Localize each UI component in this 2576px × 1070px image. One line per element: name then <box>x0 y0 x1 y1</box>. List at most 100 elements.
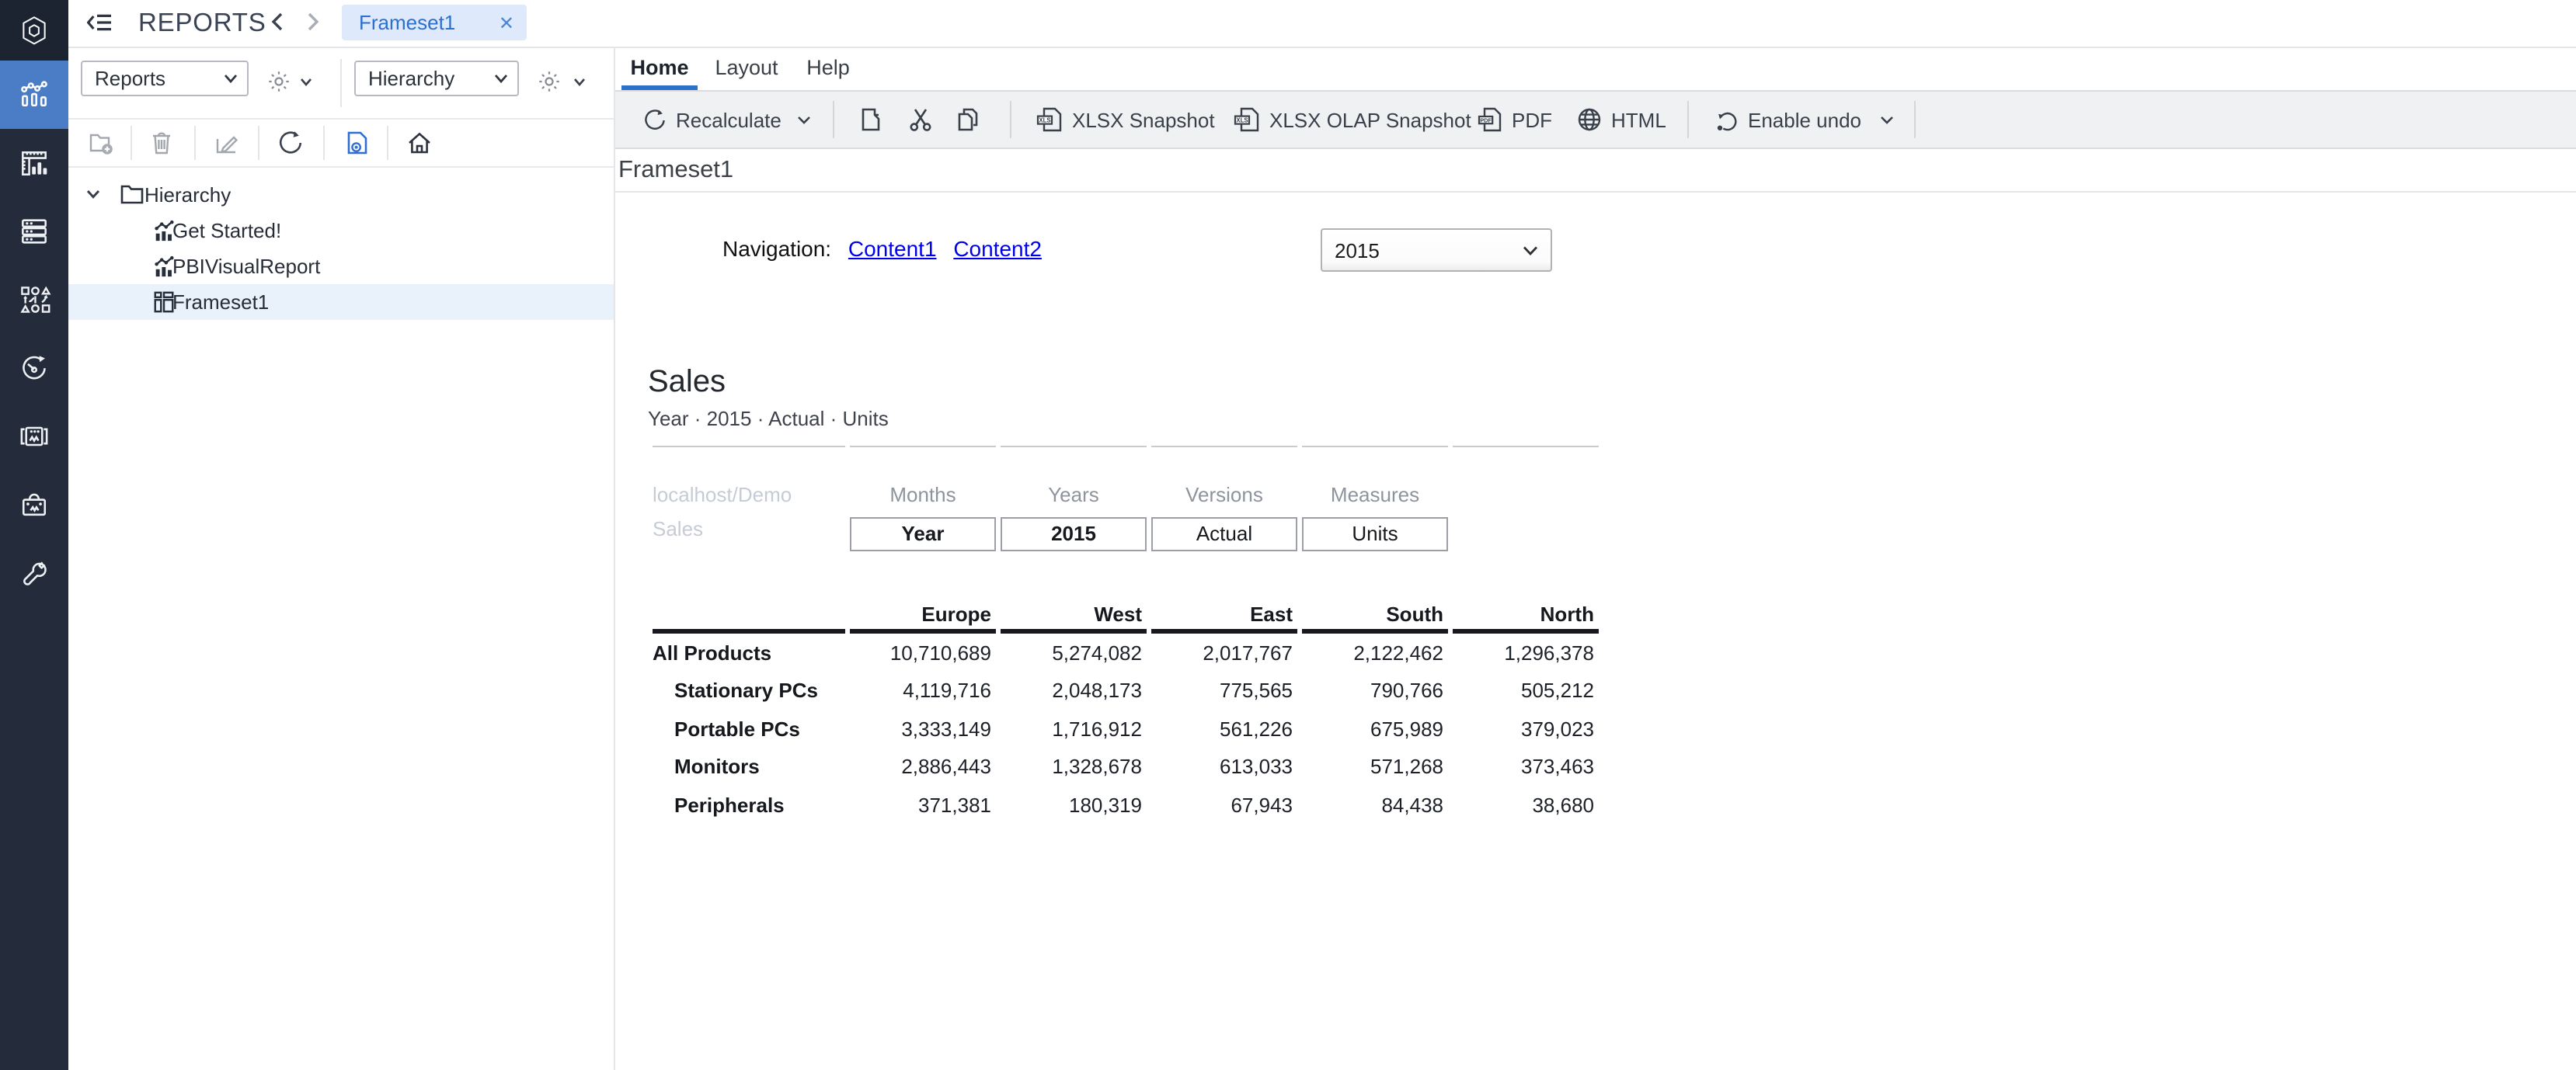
tree-item-pbivisualreport[interactable]: PBIVisualReport <box>68 248 614 284</box>
tree-item-get-started[interactable]: Get Started! <box>68 213 614 248</box>
pov-select-versions[interactable]: Actual <box>1151 517 1297 551</box>
xlsx-snapshot-button[interactable]: XLS XLSX Snapshot <box>1036 92 1215 148</box>
sidebar-item-console[interactable] <box>0 402 68 471</box>
chevron-down-icon <box>1880 114 1894 125</box>
preview-icon[interactable] <box>343 129 371 157</box>
panel-toolbar <box>68 120 614 168</box>
pov-select-measures[interactable]: Units <box>1302 517 1448 551</box>
new-folder-icon[interactable] <box>87 129 115 157</box>
pov-header-row: localhost/Demo Months Years Versions Mea… <box>653 446 1599 517</box>
column-header-row: Europe West East South North <box>653 592 1599 634</box>
refresh-icon[interactable] <box>277 129 305 157</box>
pov-select-years[interactable]: 2015 <box>1001 517 1147 551</box>
tree-item-frameset1[interactable]: Frameset1 <box>68 284 614 320</box>
recalculate-button[interactable]: Recalculate <box>643 92 811 148</box>
year-select-wrap: 2015 <box>1321 228 1552 272</box>
xlsx-snapshot-label: XLSX Snapshot <box>1072 108 1215 131</box>
sidebar-item-scheduler[interactable] <box>0 334 68 402</box>
pdf-button[interactable]: PDF PDF <box>1478 92 1552 148</box>
html-button[interactable]: HTML <box>1577 92 1666 148</box>
column-header: West <box>1001 592 1147 634</box>
mode-settings-gear-icon[interactable] <box>538 70 561 93</box>
table-row: Portable PCs 3,333,149 1,716,912 561,226… <box>653 710 1599 748</box>
history-back-icon[interactable] <box>270 11 289 36</box>
row-label: Peripherals <box>653 786 845 824</box>
ribbon-separator <box>1010 101 1011 138</box>
cell-value: 3,333,149 <box>850 710 996 748</box>
cell-value: 1,328,678 <box>1001 748 1147 786</box>
view-settings-gear-icon[interactable] <box>267 70 291 93</box>
tree-root-hierarchy[interactable]: Hierarchy <box>68 177 614 213</box>
tab-layout[interactable]: Layout <box>704 56 789 85</box>
sidebar-item-database[interactable] <box>0 197 68 266</box>
pdf-label: PDF <box>1512 108 1552 131</box>
pov-cube: Sales <box>653 517 845 561</box>
sidebar-item-marketplace[interactable] <box>0 471 68 539</box>
svg-text:XLS: XLS <box>1039 117 1050 124</box>
sidebar-item-integrator[interactable] <box>0 266 68 334</box>
pov-dimension: Measures <box>1302 446 1448 517</box>
mode-settings-chevron-icon[interactable] <box>573 78 586 87</box>
collapse-menu-icon[interactable] <box>87 12 112 33</box>
tab-help[interactable]: Help <box>795 56 861 85</box>
view-select[interactable]: Reports <box>81 61 249 96</box>
sidebar-item-reports[interactable] <box>0 61 68 129</box>
copy-button[interactable] <box>957 92 979 148</box>
navigation-label: Navigation: <box>722 236 831 261</box>
integrator-icon <box>17 283 51 317</box>
panel-selectors-row: Reports Hierarchy <box>68 48 614 120</box>
year-select[interactable]: 2015 <box>1321 228 1552 272</box>
hexagon-logo-icon <box>11 5 57 55</box>
cell-value: 790,766 <box>1302 672 1448 710</box>
cell-value: 2,017,767 <box>1151 634 1297 672</box>
cell-value: 379,023 <box>1453 710 1599 748</box>
database-icon <box>17 214 51 248</box>
cell-value: 505,212 <box>1453 672 1599 710</box>
mode-select[interactable]: Hierarchy <box>354 61 519 96</box>
pov-select-months[interactable]: Year <box>850 517 996 551</box>
content2-link[interactable]: Content2 <box>953 236 1042 261</box>
pov-connection: localhost/Demo <box>653 446 845 517</box>
open-document-tab[interactable]: Frameset1 ✕ <box>342 5 527 40</box>
view-settings-chevron-icon[interactable] <box>300 78 312 87</box>
sidebar-item-modeler[interactable] <box>0 129 68 197</box>
history-forward-icon[interactable] <box>306 11 325 36</box>
table-row: All Products 10,710,689 5,274,082 2,017,… <box>653 634 1599 672</box>
cut-icon <box>909 107 932 132</box>
close-icon[interactable]: ✕ <box>499 13 527 32</box>
sidebar-item-settings[interactable] <box>0 539 68 607</box>
row-label: Portable PCs <box>653 710 845 748</box>
wrench-icon <box>17 556 51 590</box>
page-title: REPORTS <box>138 9 266 39</box>
edit-icon[interactable] <box>213 129 241 157</box>
xlsx-olap-snapshot-button[interactable]: XLS XLSX OLAP Snapshot <box>1234 92 1471 148</box>
tree-item-label: Get Started! <box>172 219 281 242</box>
chevron-down-icon[interactable] <box>85 188 101 200</box>
toolbar-separator <box>194 126 196 160</box>
pov-dimension: Versions <box>1151 446 1297 517</box>
tab-home[interactable]: Home <box>621 56 698 85</box>
cell-value: 84,438 <box>1302 786 1448 824</box>
trash-icon[interactable] <box>148 129 176 157</box>
app-window: REPORTS Frameset1 ✕ Reports <box>0 0 2576 1070</box>
report-tree: Hierarchy Get Started! <box>68 168 614 320</box>
xls-file-icon: XLS <box>1234 107 1260 132</box>
cut-button[interactable] <box>909 92 932 148</box>
home-icon[interactable] <box>406 129 433 157</box>
ribbon-toolbar: Recalculate <box>614 90 2576 149</box>
html-label: HTML <box>1611 108 1666 131</box>
svg-text:XLS: XLS <box>1236 117 1248 124</box>
enable-undo-button[interactable]: Enable undo <box>1715 92 1894 148</box>
cell-value: 2,886,443 <box>850 748 996 786</box>
report-title: Sales <box>648 362 1611 402</box>
tree-item-label: PBIVisualReport <box>172 255 320 278</box>
cell-value: 2,122,462 <box>1302 634 1448 672</box>
cell-value: 371,381 <box>850 786 996 824</box>
frameset-content: Navigation: Content1 Content2 2015 Sales… <box>614 193 2576 1070</box>
row-label: Monitors <box>653 748 845 786</box>
paste-button[interactable] <box>861 92 881 148</box>
modeler-icon <box>17 146 51 180</box>
content1-link[interactable]: Content1 <box>848 236 937 261</box>
view-select-wrap: Reports <box>81 61 249 96</box>
tree-item-label: Frameset1 <box>172 290 269 314</box>
